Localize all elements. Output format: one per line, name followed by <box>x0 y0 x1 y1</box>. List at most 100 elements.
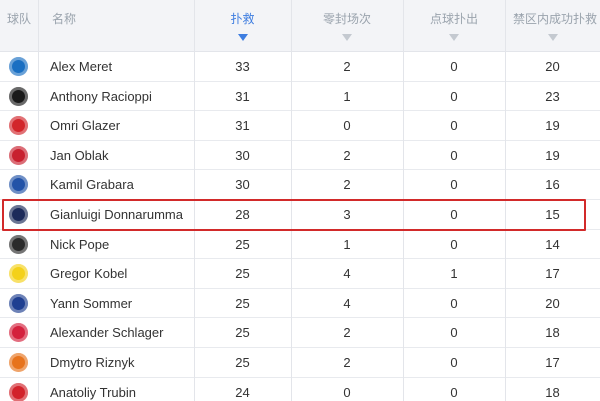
table-row[interactable]: Omri Glazer 31 0 0 19 <box>0 111 600 141</box>
club-cell <box>0 230 38 259</box>
club-crest-icon <box>9 175 28 195</box>
club-cell <box>0 289 38 318</box>
penalty-saves-value: 0 <box>450 59 458 74</box>
header-clean-sheets-label: 零封场次 <box>322 12 371 26</box>
player-name[interactable]: Alexander Schlager <box>48 318 194 347</box>
box-saves-value: 19 <box>545 147 560 163</box>
clean-sheets-value: 2 <box>343 325 351 341</box>
column-divider <box>505 0 506 401</box>
sort-desc-icon[interactable] <box>237 34 248 41</box>
player-name[interactable]: Nick Pope <box>48 230 194 259</box>
table-row[interactable]: Alex Meret 33 2 0 20 <box>0 52 600 82</box>
header-saves-sort[interactable]: 扑救 <box>194 0 291 52</box>
header-clean-sheets-sort[interactable]: 零封场次 <box>291 0 403 52</box>
club-crest-icon <box>9 205 28 224</box>
column-divider <box>403 0 404 401</box>
table-row[interactable]: Dmytro Riznyk 25 2 0 17 <box>0 348 600 378</box>
clean-sheets-value: 0 <box>343 118 351 134</box>
saves-value: 28 <box>235 207 250 222</box>
club-cell <box>0 378 38 401</box>
club-crest-icon <box>9 116 28 136</box>
player-name[interactable]: Yann Sommer <box>48 289 194 318</box>
club-cell <box>0 170 38 199</box>
header-box-saves-label: 禁区内成功扑救 <box>513 12 598 26</box>
penalty-saves-value: 0 <box>450 88 458 104</box>
box-saves-value: 18 <box>545 325 560 341</box>
club-crest-icon <box>9 323 28 343</box>
player-name[interactable]: Anatoliy Trubin <box>48 378 194 401</box>
club-cell <box>0 111 38 140</box>
penalty-saves-value: 0 <box>450 177 458 193</box>
header-team-label: 球队 <box>7 12 32 26</box>
saves-value: 30 <box>235 177 250 193</box>
clean-sheets-value: 3 <box>343 207 351 222</box>
sort-icon[interactable] <box>342 34 352 41</box>
club-crest-icon <box>9 86 28 106</box>
club-crest-icon <box>9 57 28 76</box>
saves-value: 25 <box>235 355 250 370</box>
player-name[interactable]: Kamil Grabara <box>48 170 194 199</box>
sort-icon[interactable] <box>449 34 459 41</box>
column-divider <box>194 0 195 401</box>
box-saves-value: 16 <box>545 177 560 193</box>
header-box-saves-sort[interactable]: 禁区内成功扑救 <box>505 0 600 52</box>
box-saves-value: 17 <box>545 266 560 282</box>
club-crest-icon <box>9 145 28 165</box>
clean-sheets-value: 4 <box>343 266 351 282</box>
clean-sheets-value: 1 <box>343 88 351 104</box>
table-row[interactable]: Nick Pope 25 1 0 14 <box>0 230 600 260</box>
saves-value: 31 <box>235 88 250 104</box>
column-divider <box>291 0 292 401</box>
club-crest-icon <box>9 234 28 254</box>
header-penalty-saves-sort[interactable]: 点球扑出 <box>403 0 505 52</box>
table-row[interactable]: Alexander Schlager 25 2 0 18 <box>0 318 600 348</box>
clean-sheets-value: 2 <box>343 177 351 193</box>
saves-value: 24 <box>235 384 250 400</box>
club-cell <box>0 348 38 377</box>
club-cell <box>0 141 38 170</box>
player-name[interactable]: Omri Glazer <box>48 111 194 140</box>
table-header: 球队 名称 扑救 零封场次 点球扑出 禁区内成功扑救 <box>0 0 600 52</box>
clean-sheets-value: 2 <box>343 147 351 163</box>
penalty-saves-value: 0 <box>450 325 458 341</box>
player-name[interactable]: Dmytro Riznyk <box>48 348 194 377</box>
column-divider <box>38 0 39 401</box>
club-crest-icon <box>9 293 28 313</box>
player-name[interactable]: Anthony Racioppi <box>48 82 194 111</box>
club-crest-icon <box>9 264 28 284</box>
penalty-saves-value: 0 <box>450 295 458 311</box>
table-row[interactable]: Anatoliy Trubin 24 0 0 18 <box>0 378 600 401</box>
player-name[interactable]: Jan Oblak <box>48 141 194 170</box>
saves-value: 25 <box>235 325 250 341</box>
box-saves-value: 23 <box>545 88 560 104</box>
saves-value: 25 <box>235 295 250 311</box>
club-cell <box>0 259 38 288</box>
box-saves-value: 14 <box>545 236 560 252</box>
table-row[interactable]: Gregor Kobel 25 4 1 17 <box>0 259 600 289</box>
penalty-saves-value: 1 <box>450 266 458 282</box>
box-saves-value: 15 <box>545 207 560 222</box>
sort-icon[interactable] <box>547 34 558 41</box>
goalkeeper-stats-table: 球队 名称 扑救 零封场次 点球扑出 禁区内成功扑救 Alex Meret 33 2… <box>0 0 600 401</box>
saves-value: 31 <box>235 118 250 134</box>
saves-value: 25 <box>235 266 250 282</box>
player-name[interactable]: Gregor Kobel <box>48 259 194 288</box>
penalty-saves-value: 0 <box>450 118 458 134</box>
club-cell <box>0 52 38 81</box>
table-row[interactable]: Gianluigi Donnarumma 28 3 0 15 <box>0 200 600 230</box>
club-cell <box>0 318 38 347</box>
saves-value: 33 <box>235 59 250 74</box>
club-crest-icon <box>9 382 28 401</box>
table-row[interactable]: Anthony Racioppi 31 1 0 23 <box>0 82 600 112</box>
box-saves-value: 20 <box>545 295 560 311</box>
table-row[interactable]: Kamil Grabara 30 2 0 16 <box>0 170 600 200</box>
clean-sheets-value: 4 <box>343 295 351 311</box>
header-name: 名称 <box>48 0 194 52</box>
table-row[interactable]: Jan Oblak 30 2 0 19 <box>0 141 600 171</box>
player-name[interactable]: Gianluigi Donnarumma <box>48 200 194 229</box>
player-name[interactable]: Alex Meret <box>48 52 194 81</box>
saves-value: 25 <box>235 236 250 252</box>
table-row[interactable]: Yann Sommer 25 4 0 20 <box>0 289 600 319</box>
box-saves-value: 20 <box>545 59 560 74</box>
header-penalty-saves-label: 点球扑出 <box>429 12 478 26</box>
